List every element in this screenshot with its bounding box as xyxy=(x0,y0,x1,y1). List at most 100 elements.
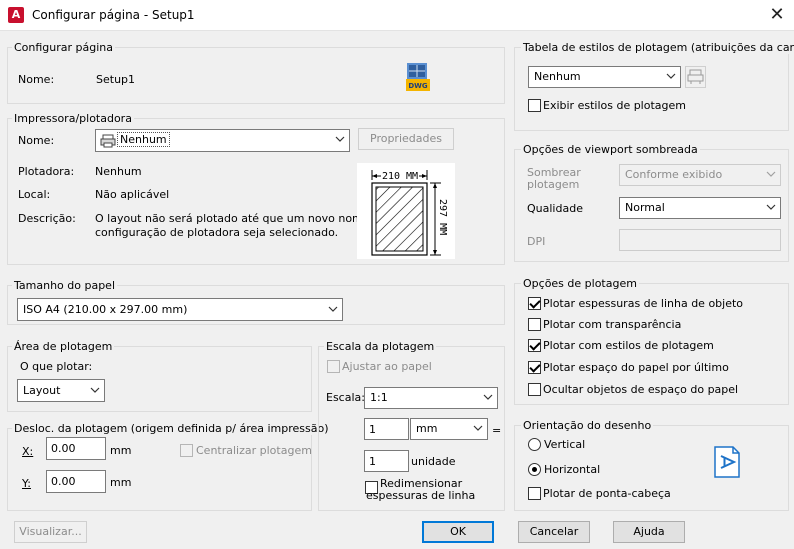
scale-select[interactable]: 1:1 xyxy=(364,387,498,409)
quality-label: Qualidade xyxy=(527,202,583,215)
plot-option-label: Plotar com estilos de plotagem xyxy=(543,339,714,352)
scale-value: 1:1 xyxy=(370,391,388,404)
page-setup-name-label: Nome: xyxy=(18,73,55,86)
preview-height-text: 297 MM xyxy=(437,199,448,235)
chevron-down-icon xyxy=(328,306,338,312)
plot-offset-group-title: Desloc. da plotagem (origem definida p/ … xyxy=(12,422,331,435)
page-setup-name-value: Setup1 xyxy=(96,73,136,86)
description-line-1: O layout não será plotado até que um nov… xyxy=(95,212,387,225)
ok-button[interactable]: OK xyxy=(422,521,494,543)
shade-plot-value: Conforme exibido xyxy=(625,168,723,181)
what-to-plot-select[interactable]: Layout xyxy=(17,379,105,402)
offset-x-unit: mm xyxy=(110,444,132,457)
dpi-input[interactable] xyxy=(619,229,781,251)
paper-preview: 210 MM 297 MM xyxy=(357,163,455,259)
plot-style-table-group xyxy=(514,47,789,131)
fit-to-paper-checkbox[interactable] xyxy=(327,360,340,373)
cancel-button[interactable]: Cancelar xyxy=(518,521,590,543)
plot-option-checkbox[interactable] xyxy=(528,361,541,374)
landscape-label: Horizontal xyxy=(544,463,601,476)
edit-plot-style-button[interactable] xyxy=(685,66,706,88)
scale-equals: = xyxy=(492,424,502,437)
offset-y-label: Y: xyxy=(22,477,31,490)
quality-value: Normal xyxy=(625,201,665,214)
plot-scale-group-title: Escala da plotagem xyxy=(324,340,437,353)
dpi-label: DPI xyxy=(527,235,546,248)
plotter-value: Nenhum xyxy=(95,165,142,178)
upside-down-checkbox[interactable] xyxy=(528,487,541,500)
plotter-label: Plotadora: xyxy=(18,165,75,178)
plot-option-label: Plotar espaço do papel por último xyxy=(543,361,729,374)
display-plot-styles-checkbox[interactable] xyxy=(528,99,541,112)
location-value: Não aplicável xyxy=(95,188,170,201)
chevron-down-icon xyxy=(766,204,776,210)
description-label: Descrição: xyxy=(18,212,76,225)
portrait-label: Vertical xyxy=(544,438,586,451)
preview-button[interactable]: Visualizar... xyxy=(14,521,87,543)
scale-unit-value: mm xyxy=(416,422,438,435)
shade-plot-select[interactable]: Conforme exibido xyxy=(619,164,781,186)
center-plot-label: Centralizar plotagem xyxy=(196,444,312,457)
window-title: Configurar página - Setup1 xyxy=(32,8,195,22)
scale-value1: 1 xyxy=(369,423,376,436)
close-icon[interactable]: ✕ xyxy=(766,4,788,26)
scale-label: Escala: xyxy=(326,391,365,404)
printer-group-title: Impressora/plotadora xyxy=(12,112,134,125)
description-line-2: configuração de plotadora seja seleciona… xyxy=(95,226,339,239)
landscape-page-icon xyxy=(714,446,740,478)
chevron-down-icon xyxy=(90,387,100,393)
properties-button[interactable]: Propriedades xyxy=(358,128,454,150)
chevron-down-icon xyxy=(766,171,776,177)
preview-width-text: 210 MM xyxy=(382,171,418,182)
chevron-down-icon xyxy=(666,73,676,79)
plot-style-table-select[interactable]: Nenhum xyxy=(528,66,681,88)
display-plot-styles-label: Exibir estilos de plotagem xyxy=(543,99,686,112)
quality-select[interactable]: Normal xyxy=(619,197,781,219)
shaded-viewport-group-title: Opções de viewport sombreada xyxy=(521,143,700,156)
scale-value1-input[interactable]: 1 xyxy=(364,418,409,440)
help-button[interactable]: Ajuda xyxy=(613,521,685,543)
plot-option-label: Plotar espessuras de linha de objeto xyxy=(543,297,744,310)
center-plot-checkbox[interactable] xyxy=(180,444,193,457)
dwg-file-icon: DWG xyxy=(405,62,431,92)
scale-unit-select[interactable]: mm xyxy=(410,418,488,440)
autocad-app-icon: A xyxy=(8,7,24,23)
shade-plot-label-2: plotagem xyxy=(527,178,580,191)
location-label: Local: xyxy=(18,188,51,201)
chevron-down-icon xyxy=(335,136,345,142)
plot-area-group-title: Área de plotagem xyxy=(12,340,115,353)
plot-option-label: Plotar com transparência xyxy=(543,318,682,331)
plot-option-checkbox[interactable] xyxy=(528,339,541,352)
plot-option-checkbox[interactable] xyxy=(528,297,541,310)
landscape-radio[interactable] xyxy=(528,463,541,476)
dwg-icon-text: DWG xyxy=(408,82,428,90)
plot-style-table-group-title: Tabela de estilos de plotagem (atribuiçõ… xyxy=(521,41,794,54)
orientation-group-title: Orientação do desenho xyxy=(521,419,654,432)
plot-option-label: Ocultar objetos de espaço do papel xyxy=(543,383,739,396)
plot-option-checkbox[interactable] xyxy=(528,318,541,331)
offset-y-input[interactable]: 0.00 xyxy=(46,470,106,493)
printer-name-label: Nome: xyxy=(18,134,55,147)
offset-x-label: X: xyxy=(22,445,34,458)
scale-unit2-label: unidade xyxy=(411,455,456,468)
printer-name-select[interactable]: Nenhum xyxy=(95,129,350,152)
paper-size-select[interactable]: ISO A4 (210.00 x 297.00 mm) xyxy=(17,298,343,321)
scale-lineweights-label-2: espessuras de linha xyxy=(366,489,476,502)
chevron-down-icon xyxy=(473,425,483,431)
scale-value2-input[interactable]: 1 xyxy=(364,450,409,472)
plot-option-checkbox[interactable] xyxy=(528,383,541,396)
offset-y-unit: mm xyxy=(110,476,132,489)
plotter-edit-icon xyxy=(687,69,704,84)
upside-down-label: Plotar de ponta-cabeça xyxy=(543,487,671,500)
paper-size-group-title: Tamanho do papel xyxy=(12,279,118,292)
offset-x-input[interactable]: 0.00 xyxy=(46,437,106,460)
chevron-down-icon xyxy=(483,394,493,400)
paper-size-value: ISO A4 (210.00 x 297.00 mm) xyxy=(23,303,188,316)
fit-to-paper-label: Ajustar ao papel xyxy=(342,360,432,373)
plot-options-group-title: Opções de plotagem xyxy=(521,277,639,290)
scale-value2: 1 xyxy=(369,455,376,468)
plot-style-table-value: Nenhum xyxy=(534,70,581,83)
printer-icon xyxy=(100,134,116,148)
offset-y-value: 0.00 xyxy=(51,475,76,488)
portrait-radio[interactable] xyxy=(528,438,541,451)
